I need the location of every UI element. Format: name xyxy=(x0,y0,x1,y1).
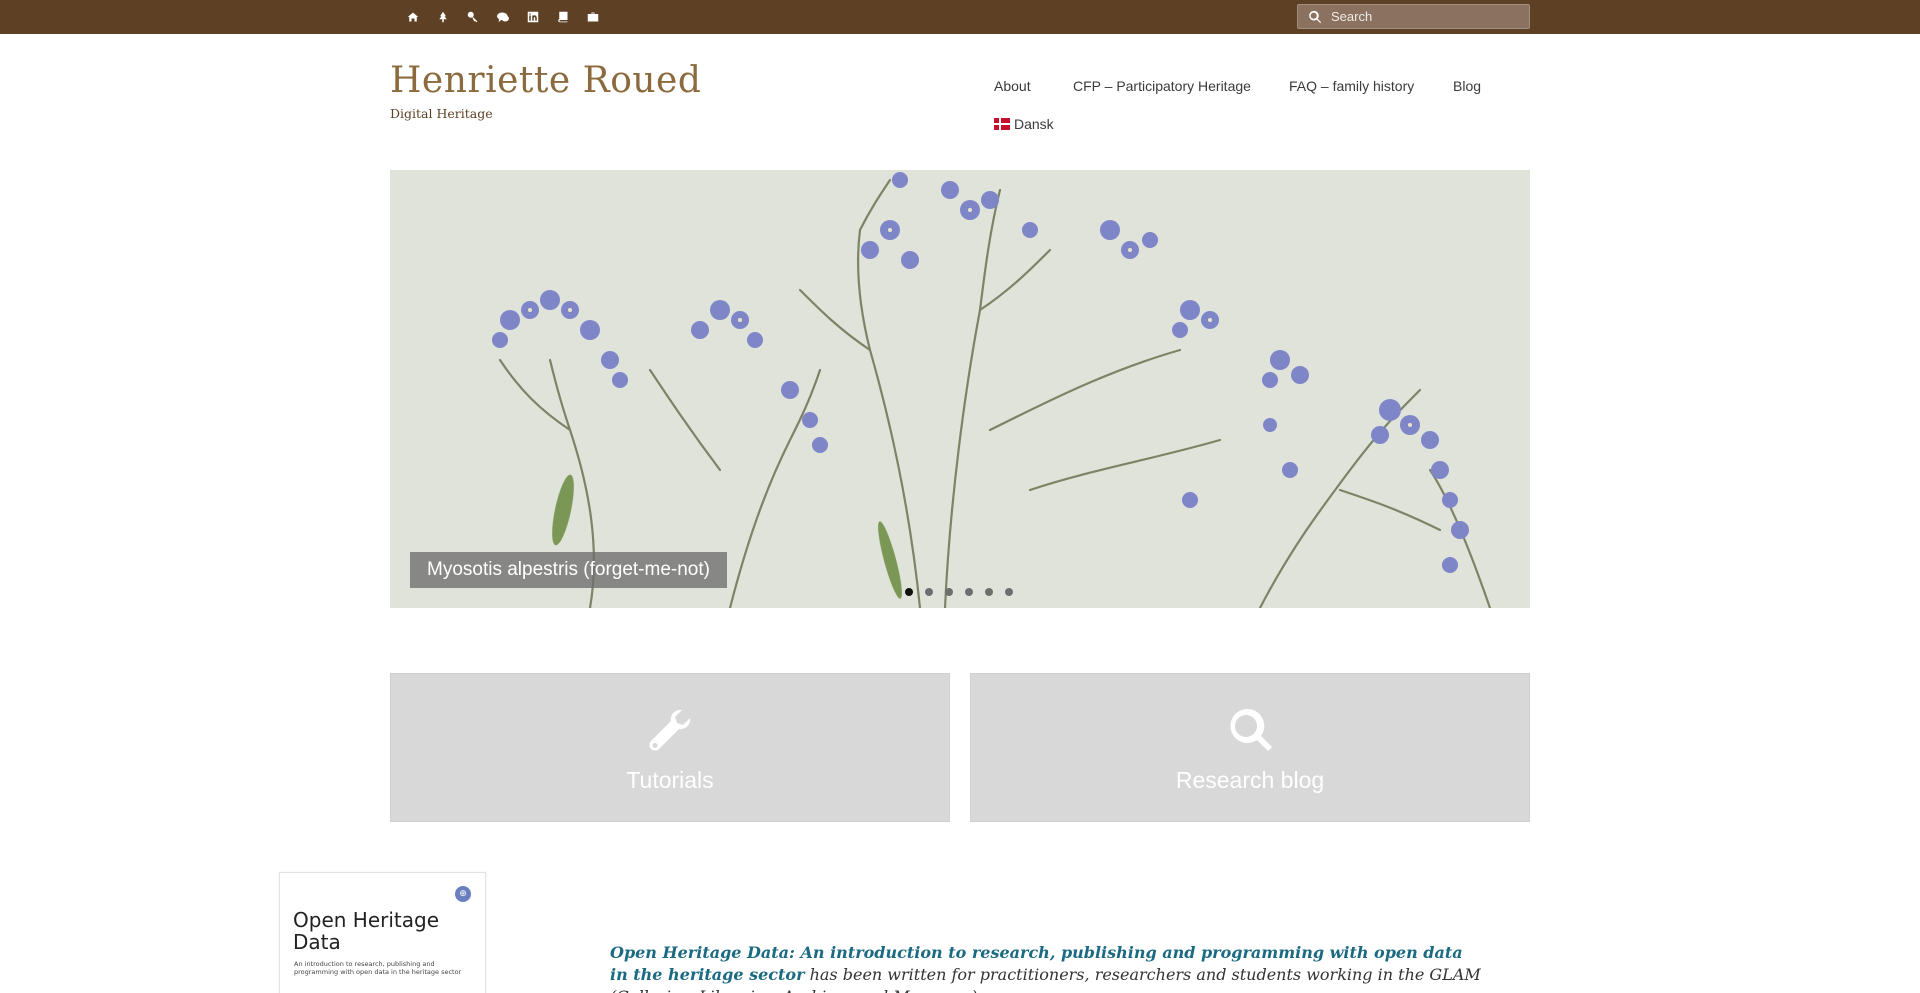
search-box[interactable] xyxy=(1297,4,1530,29)
slider-dot[interactable] xyxy=(985,588,993,596)
nav-item-faq[interactable]: FAQ – family history xyxy=(1289,78,1414,94)
book-cover[interactable]: ⊕ Open Heritage Data An introduction to … xyxy=(279,872,486,993)
open-access-icon: ⊕ xyxy=(455,886,471,902)
search-icon xyxy=(1230,708,1272,751)
nav-item-blog[interactable]: Blog xyxy=(1453,78,1481,94)
book-subtitle: An introduction to research, publishing … xyxy=(294,960,462,976)
slider-dot[interactable] xyxy=(925,588,933,596)
top-bar xyxy=(0,0,1920,34)
search-input[interactable] xyxy=(1331,9,1521,24)
slide-image xyxy=(390,170,1530,608)
danish-flag-icon xyxy=(994,118,1010,130)
social-icons xyxy=(398,7,608,27)
briefcase-icon[interactable] xyxy=(578,7,608,27)
tutorials-label: Tutorials xyxy=(626,767,714,793)
slide-caption: Myosotis alpestris (forget-me-not) xyxy=(410,552,727,588)
language-label: Dansk xyxy=(1014,116,1054,132)
home-icon[interactable] xyxy=(398,7,428,27)
nav-item-about[interactable]: About xyxy=(994,78,1031,94)
key-icon[interactable] xyxy=(458,7,488,27)
slider-dot[interactable] xyxy=(1005,588,1013,596)
site-title[interactable]: Henriette Roued xyxy=(390,60,701,101)
slider-dot[interactable] xyxy=(945,588,953,596)
language-switcher[interactable]: Dansk xyxy=(994,116,1054,132)
wrench-icon xyxy=(649,709,691,751)
site-tagline: Digital Heritage xyxy=(390,106,493,121)
book-icon[interactable] xyxy=(548,7,578,27)
slider-pagination xyxy=(905,588,1013,596)
nav-item-cfp[interactable]: CFP – Participatory Heritage xyxy=(1073,78,1251,94)
intro-paragraph: Open Heritage Data: An introduction to r… xyxy=(610,942,1485,993)
tutorials-box[interactable]: Tutorials xyxy=(390,673,950,822)
search-icon xyxy=(1309,10,1322,23)
hero-slider[interactable]: Myosotis alpestris (forget-me-not) xyxy=(390,170,1530,608)
research-blog-box[interactable]: Research blog xyxy=(970,673,1530,822)
research-blog-label: Research blog xyxy=(1175,767,1325,793)
slider-dot[interactable] xyxy=(905,588,913,596)
slider-dot[interactable] xyxy=(965,588,973,596)
tree-icon[interactable] xyxy=(428,7,458,27)
linkedin-icon[interactable] xyxy=(518,7,548,27)
book-title: Open Heritage Data xyxy=(293,908,439,954)
chat-icon[interactable] xyxy=(488,7,518,27)
